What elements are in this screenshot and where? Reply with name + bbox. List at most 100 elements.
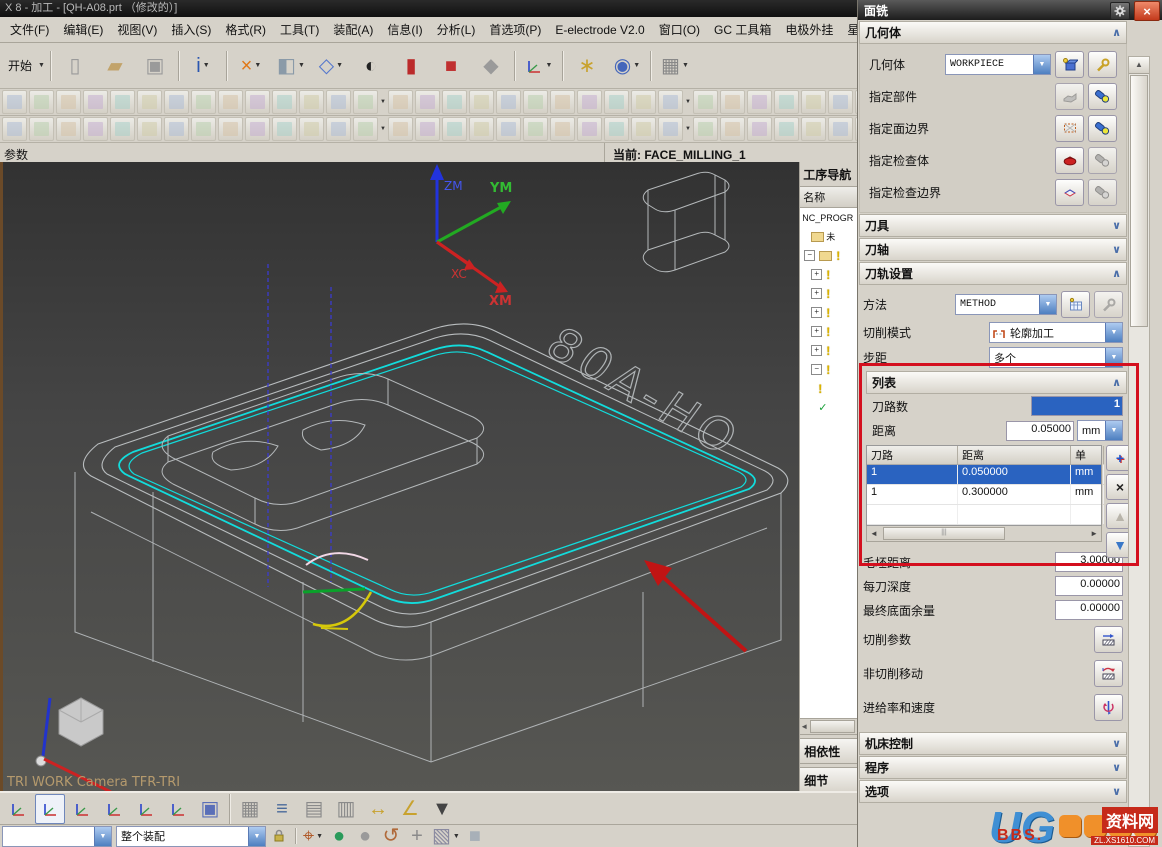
cam-toolbar-icon[interactable] [326, 117, 351, 141]
cam-toolbar-icon[interactable] [83, 117, 108, 141]
navigator-tree-item[interactable]: +! [800, 284, 857, 303]
cam-toolbar-icon[interactable] [577, 90, 602, 114]
navigator-tree[interactable]: NC_PROGR未−!+!+!+!+!+!−!!✓ [800, 208, 858, 718]
cam-toolbar-icon[interactable] [388, 90, 413, 114]
navigator-hscrollbar[interactable]: ◄ [800, 718, 858, 735]
navigator-tree-item[interactable]: ✓ [800, 398, 857, 417]
menu-item[interactable]: 视图(V) [110, 18, 164, 41]
select-face-boundary-flashlight-icon[interactable] [1088, 115, 1117, 142]
csys-zoom-icon[interactable] [99, 794, 129, 824]
cam-toolbar-icon[interactable] [191, 117, 216, 141]
cam-toolbar-icon[interactable] [110, 117, 135, 141]
menu-item[interactable]: 编辑(E) [56, 18, 110, 41]
menu-item[interactable]: 文件(F) [3, 18, 56, 41]
cam-toolbar-icon[interactable] [191, 90, 216, 114]
non-cutting-moves-button[interactable] [1094, 660, 1123, 687]
dialog-settings-icon[interactable] [1110, 2, 1130, 20]
move-down-button[interactable]: ▼ [1106, 532, 1128, 558]
cam-toolbar-icon[interactable] [29, 117, 54, 141]
cam-toolbar-icon[interactable] [658, 117, 683, 141]
grid-icon[interactable]: ▦ [235, 794, 265, 824]
scroll-up-icon[interactable]: ▲ [1129, 57, 1149, 74]
cam-toolbar-icon[interactable] [29, 90, 54, 114]
menu-item[interactable]: 首选项(P) [482, 18, 548, 41]
open-file-icon[interactable]: ▰ [96, 47, 134, 85]
pass-table[interactable]: 刀路 距离 单 10.050000mm10.300000mm [866, 445, 1102, 526]
gray-ball-icon[interactable]: ● [353, 825, 377, 847]
navigator-tree-item[interactable]: +! [800, 322, 857, 341]
cam-toolbar-icon[interactable] [496, 90, 521, 114]
select-part-flashlight-icon[interactable] [1088, 83, 1117, 110]
pass-table-row[interactable]: 10.300000mm [867, 485, 1101, 505]
navigator-tree-item[interactable]: −! [800, 246, 857, 265]
edit-geometry-button[interactable] [1088, 51, 1117, 78]
cam-toolbar-icon[interactable] [299, 90, 324, 114]
cam-toolbar-icon[interactable] [415, 90, 440, 114]
cam-toolbar-icon[interactable] [164, 117, 189, 141]
cam-toolbar-icon[interactable] [577, 117, 602, 141]
dialog-vscrollbar[interactable]: ▲ [1128, 56, 1150, 847]
distance-field[interactable]: 0.05000 [1006, 421, 1074, 441]
section-list[interactable]: 列表 ∧ [866, 371, 1127, 394]
new-file-icon[interactable]: ▯ [56, 47, 94, 85]
remove-button[interactable]: × [1106, 474, 1128, 500]
csys-icon[interactable]: ▼ [520, 47, 558, 85]
pan-hand-icon[interactable]: + [405, 825, 429, 847]
cam-toolbar-icon[interactable] [442, 90, 467, 114]
cam-toolbar-icon[interactable] [747, 117, 772, 141]
chevron-down-icon[interactable]: ▼ [1105, 348, 1122, 367]
chevron-down-icon[interactable]: ▼ [336, 62, 343, 69]
cam-toolbar-icon[interactable] [164, 90, 189, 114]
show-part-icon[interactable]: ◆ [472, 47, 510, 85]
table-hscrollbar[interactable]: ◄ ||| ► [866, 526, 1102, 542]
section-geometry[interactable]: 几何体 ∧ [859, 21, 1127, 44]
scroll-right-icon[interactable]: ► [1087, 529, 1101, 538]
cam-toolbar-icon[interactable] [523, 90, 548, 114]
cam-toolbar-icon[interactable] [137, 90, 162, 114]
expand-icon[interactable]: + [811, 288, 822, 299]
specify-face-boundary-button[interactable] [1055, 115, 1084, 142]
menu-item[interactable]: 窗口(O) [652, 18, 707, 41]
close-icon[interactable]: × [1134, 1, 1160, 21]
cam-toolbar-icon[interactable] [604, 117, 629, 141]
menu-item[interactable]: 信息(I) [380, 18, 429, 41]
chevron-down-icon[interactable]: ▼ [1105, 421, 1122, 440]
chevron-down-icon[interactable]: ▼ [380, 99, 386, 105]
specify-check-boundary-button[interactable] [1055, 179, 1084, 206]
cam-toolbar-icon[interactable] [272, 117, 297, 141]
scroll-thumb[interactable] [1130, 75, 1148, 327]
chevron-down-icon[interactable]: ∨ [1112, 243, 1121, 256]
measure-distance-icon[interactable]: ↔ [363, 794, 393, 824]
show-tool-icon[interactable]: ▮ [392, 47, 430, 85]
section-path-settings[interactable]: 刀轨设置 ∧ [859, 262, 1127, 285]
cutting-parameters-button[interactable] [1094, 626, 1123, 653]
section-options[interactable]: 选项 ∨ [859, 780, 1127, 803]
navigator-tab-dependencies[interactable]: 相依性 [800, 738, 858, 764]
new-geometry-button[interactable] [1055, 51, 1084, 78]
csys-move-icon[interactable] [131, 794, 161, 824]
distance-unit-dropdown[interactable]: mm ▼ [1077, 420, 1123, 441]
chevron-down-icon[interactable]: ▼ [1039, 295, 1056, 314]
cam-toolbar-icon[interactable] [693, 90, 718, 114]
cut-mode-dropdown[interactable]: 轮廓加工 ▼ [989, 322, 1123, 343]
snap-point-icon[interactable]: ◉▼ [608, 47, 646, 85]
navigator-tree-item[interactable]: +! [800, 265, 857, 284]
cam-toolbar-icon[interactable] [272, 90, 297, 114]
depth-per-cut-field[interactable]: 0.00000 [1055, 576, 1123, 596]
menu-item[interactable]: 电极外挂 [778, 18, 840, 41]
cam-toolbar-icon[interactable] [747, 90, 772, 114]
scroll-left-icon[interactable]: ◄ [867, 529, 881, 538]
expand-icon[interactable]: + [811, 326, 822, 337]
pass-count-field[interactable]: 1 [1031, 396, 1123, 416]
info-icon[interactable]: i▼ [184, 47, 222, 85]
cam-toolbar-icon[interactable] [56, 90, 81, 114]
menu-item[interactable]: 插入(S) [164, 18, 218, 41]
chevron-down-icon[interactable]: ▼ [316, 833, 323, 840]
section-machine-control[interactable]: 机床控制 ∨ [859, 732, 1127, 755]
navigator-tree-item[interactable]: 未 [800, 227, 857, 246]
cam-toolbar-icon[interactable] [469, 90, 494, 114]
unfold-down-icon[interactable]: ▥ [331, 794, 361, 824]
menu-item[interactable]: 工具(T) [273, 18, 326, 41]
graphics-viewport[interactable]: 80A-HO [0, 162, 799, 793]
cam-toolbar-icon[interactable] [353, 117, 378, 141]
